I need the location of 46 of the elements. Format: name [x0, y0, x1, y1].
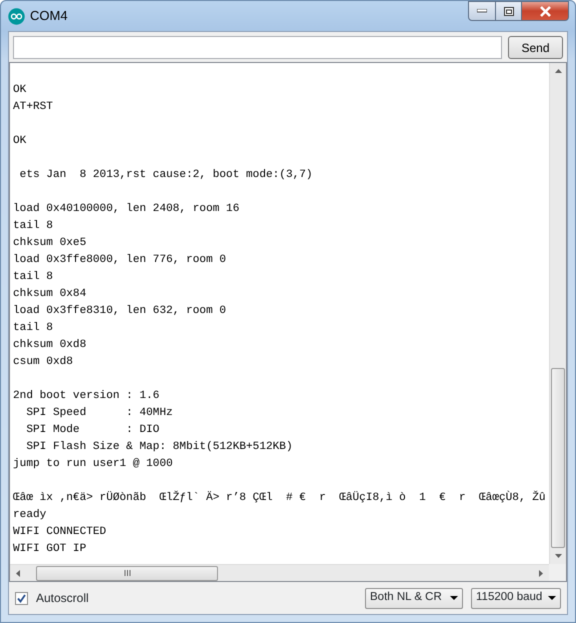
scroll-down-arrow-icon: [554, 554, 562, 558]
console-line: load 0x3ffe8000, len 776, room 0: [13, 253, 226, 268]
maximize-button[interactable]: [496, 1, 522, 21]
console-line: load 0x40100000, len 2408, room 16: [13, 202, 240, 217]
console-line: jump to run user1 @ 1000: [13, 457, 173, 472]
console-line: SPI Speed : 40MHz: [25, 406, 173, 421]
vertical-scrollbar[interactable]: [549, 63, 566, 564]
console-line: load 0x3ffe8310, len 632, room 0: [13, 304, 226, 319]
scroll-left-arrow-icon: [16, 570, 20, 576]
scroll-right-arrow-icon: [539, 570, 543, 576]
console-line: 2nd boot version : 1.6: [13, 389, 160, 404]
line-ending-dropdown[interactable]: Both NL & CR: [365, 588, 463, 608]
grip-icon: [124, 570, 130, 576]
console-line: OK: [13, 134, 26, 149]
send-button[interactable]: Send: [508, 36, 563, 59]
minimize-icon: [477, 9, 487, 13]
baud-rate-dropdown[interactable]: 115200 baud: [471, 588, 561, 608]
minimize-button[interactable]: [468, 1, 496, 21]
console-line: Œâœ ìx ,n€ä> rÜØònãb ŒlŽƒl` Ä> r’8 ÇŒl # € r ŒâÜçI8,ì ò 1 € r ŒâœçÙ8, Žû: [13, 490, 546, 506]
console-line: tail 8: [13, 321, 53, 336]
console-line: tail 8: [13, 219, 53, 234]
window-title: COM4: [30, 7, 68, 26]
console-line: OK: [13, 83, 26, 98]
app-logo-icon: [8, 8, 25, 24]
maximize-icon: [504, 6, 514, 16]
autoscroll-checkbox[interactable]: [15, 592, 28, 604]
caret-icon: [548, 596, 556, 600]
console-line: ready: [13, 508, 46, 523]
console-line: WIFI GOT IP: [13, 542, 86, 557]
caret-icon: [450, 596, 458, 600]
autoscroll-label: Autoscroll: [36, 590, 89, 607]
console-line: chksum 0xd8: [13, 338, 86, 353]
console-line: SPI Flash Size & Map: 8Mbit(512KB+512KB): [25, 440, 293, 455]
console-line: csum 0xd8: [13, 355, 73, 370]
console-line: WIFI CONNECTED: [13, 525, 106, 540]
console-line: ets Jan 8 2013,rst cause:2, boot mode:(3,7): [18, 168, 313, 183]
console-line: tail 8: [13, 270, 53, 285]
message-input-field[interactable]: [13, 36, 502, 59]
console-line: SPI Mode : DIO: [25, 423, 160, 438]
scroll-up-arrow-icon: [554, 69, 562, 73]
close-button[interactable]: [522, 1, 569, 21]
console-line: chksum 0x84: [13, 287, 86, 302]
close-icon: [538, 6, 552, 16]
console-line: chksum 0xe5: [13, 236, 86, 251]
console-line: AT+RST: [13, 100, 53, 115]
horizontal-scrollbar[interactable]: [10, 564, 549, 581]
